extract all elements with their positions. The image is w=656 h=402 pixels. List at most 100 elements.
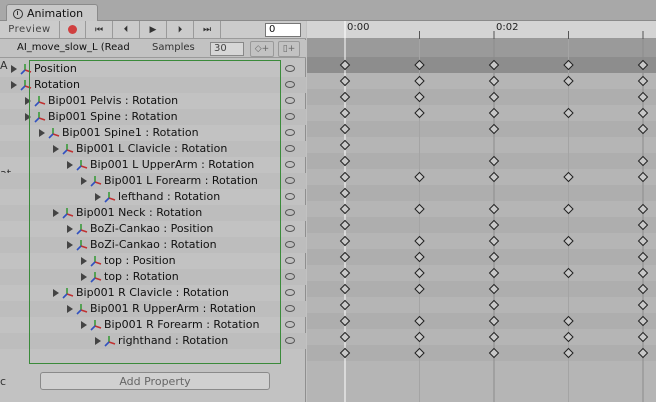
property-row[interactable]: BoZi-Cankao : Rotation bbox=[0, 237, 306, 253]
keyframe[interactable] bbox=[637, 171, 649, 183]
options-dot-icon[interactable] bbox=[285, 225, 295, 232]
keyframe[interactable] bbox=[488, 267, 500, 279]
keyframe[interactable] bbox=[488, 299, 500, 311]
foldout-arrow-icon[interactable] bbox=[11, 81, 17, 89]
keyframe[interactable] bbox=[637, 331, 649, 343]
options-dot-icon[interactable] bbox=[285, 145, 295, 152]
summary-keyframe[interactable] bbox=[488, 59, 500, 71]
property-row[interactable]: Bip001 R Forearm : Rotation bbox=[0, 317, 306, 333]
frame-input[interactable]: 0 bbox=[265, 23, 301, 37]
keyframe[interactable] bbox=[637, 235, 649, 247]
options-dot-icon[interactable] bbox=[285, 65, 295, 72]
property-row[interactable]: Bip001 Pelvis : Rotation bbox=[0, 93, 306, 109]
keyframe[interactable] bbox=[414, 107, 425, 119]
options-dot-icon[interactable] bbox=[285, 337, 295, 344]
property-row[interactable]: Bip001 Neck : Rotation bbox=[0, 205, 306, 221]
property-row[interactable]: top : Rotation bbox=[0, 269, 306, 285]
next-key-button[interactable]: ⏵ bbox=[167, 20, 194, 39]
keyframe[interactable] bbox=[563, 331, 574, 343]
samples-input[interactable]: 30 bbox=[210, 42, 244, 56]
property-row[interactable]: Bip001 Spine1 : Rotation bbox=[0, 125, 306, 141]
keyframe[interactable] bbox=[414, 267, 425, 279]
property-row[interactable]: Position bbox=[0, 61, 306, 77]
keyframe[interactable] bbox=[414, 203, 425, 215]
foldout-arrow-icon[interactable] bbox=[39, 129, 45, 137]
property-row[interactable]: Bip001 R Clavicle : Rotation bbox=[0, 285, 306, 301]
options-dot-icon[interactable] bbox=[285, 241, 295, 248]
keyframe[interactable] bbox=[563, 75, 574, 87]
dopesheet-timeline[interactable]: 0:00 0:02 bbox=[307, 21, 656, 402]
summary-keyframe[interactable] bbox=[563, 59, 574, 71]
play-button[interactable]: ▶ bbox=[140, 20, 167, 39]
keyframe[interactable] bbox=[563, 107, 574, 119]
options-dot-icon[interactable] bbox=[285, 129, 295, 136]
keyframe[interactable] bbox=[488, 203, 500, 215]
preview-button[interactable]: Preview bbox=[0, 20, 60, 39]
keyframe[interactable] bbox=[339, 139, 351, 151]
keyframe[interactable] bbox=[339, 299, 351, 311]
foldout-arrow-icon[interactable] bbox=[67, 225, 73, 233]
keyframe[interactable] bbox=[488, 235, 500, 247]
add-property-button[interactable]: Add Property bbox=[40, 372, 270, 390]
property-row[interactable]: lefthand : Rotation bbox=[0, 189, 306, 205]
keyframe[interactable] bbox=[414, 235, 425, 247]
keyframe[interactable] bbox=[339, 203, 351, 215]
summary-keyframe[interactable] bbox=[414, 59, 425, 71]
options-dot-icon[interactable] bbox=[285, 289, 295, 296]
foldout-arrow-icon[interactable] bbox=[53, 145, 59, 153]
foldout-arrow-icon[interactable] bbox=[53, 289, 59, 297]
options-dot-icon[interactable] bbox=[285, 209, 295, 216]
last-key-button[interactable]: ⏭ bbox=[194, 20, 221, 39]
options-dot-icon[interactable] bbox=[285, 193, 295, 200]
foldout-arrow-icon[interactable] bbox=[67, 241, 73, 249]
foldout-arrow-icon[interactable] bbox=[67, 161, 73, 169]
keyframe[interactable] bbox=[637, 299, 649, 311]
property-row[interactable]: Bip001 Spine : Rotation bbox=[0, 109, 306, 125]
options-dot-icon[interactable] bbox=[285, 273, 295, 280]
keyframe[interactable] bbox=[637, 267, 649, 279]
foldout-arrow-icon[interactable] bbox=[81, 321, 87, 329]
keyframe[interactable] bbox=[488, 171, 500, 183]
property-row[interactable]: Rotation bbox=[0, 77, 306, 93]
first-key-button[interactable]: ⏮ bbox=[86, 20, 113, 39]
property-row[interactable]: Bip001 L Clavicle : Rotation bbox=[0, 141, 306, 157]
options-dot-icon[interactable] bbox=[285, 161, 295, 168]
keyframe[interactable] bbox=[414, 331, 425, 343]
keyframe[interactable] bbox=[488, 331, 500, 343]
options-dot-icon[interactable] bbox=[285, 97, 295, 104]
foldout-arrow-icon[interactable] bbox=[67, 305, 73, 313]
foldout-arrow-icon[interactable] bbox=[81, 257, 87, 265]
keyframe[interactable] bbox=[637, 107, 649, 119]
options-dot-icon[interactable] bbox=[285, 257, 295, 264]
keyframe[interactable] bbox=[488, 107, 500, 119]
keyframe[interactable] bbox=[414, 171, 425, 183]
add-keyframe-button[interactable]: ◇+ bbox=[250, 41, 274, 57]
foldout-arrow-icon[interactable] bbox=[53, 209, 59, 217]
foldout-arrow-icon[interactable] bbox=[25, 97, 31, 105]
record-button[interactable] bbox=[60, 20, 86, 39]
keyframe[interactable] bbox=[563, 203, 574, 215]
keyframe[interactable] bbox=[339, 107, 351, 119]
property-row[interactable]: top : Position bbox=[0, 253, 306, 269]
options-dot-icon[interactable] bbox=[285, 113, 295, 120]
options-dot-icon[interactable] bbox=[285, 305, 295, 312]
clip-selector[interactable]: AI_move_slow_L (Read bbox=[17, 42, 130, 53]
property-row[interactable]: righthand : Rotation bbox=[0, 333, 306, 349]
property-row[interactable]: Bip001 L UpperArm : Rotation bbox=[0, 157, 306, 173]
property-row[interactable]: Bip001 L Forearm : Rotation bbox=[0, 173, 306, 189]
property-row[interactable]: BoZi-Cankao : Position bbox=[0, 221, 306, 237]
keyframe[interactable] bbox=[339, 331, 351, 343]
summary-keyframe[interactable] bbox=[637, 59, 649, 71]
options-dot-icon[interactable] bbox=[285, 321, 295, 328]
keyframe[interactable] bbox=[563, 171, 574, 183]
keyframe[interactable] bbox=[637, 75, 649, 87]
foldout-arrow-icon[interactable] bbox=[95, 193, 101, 201]
keyframe[interactable] bbox=[339, 235, 351, 247]
keyframe[interactable] bbox=[339, 75, 351, 87]
options-dot-icon[interactable] bbox=[285, 177, 295, 184]
foldout-arrow-icon[interactable] bbox=[95, 337, 101, 345]
keyframe[interactable] bbox=[637, 203, 649, 215]
keyframe[interactable] bbox=[563, 267, 574, 279]
keyframe[interactable] bbox=[563, 235, 574, 247]
foldout-arrow-icon[interactable] bbox=[11, 65, 17, 73]
